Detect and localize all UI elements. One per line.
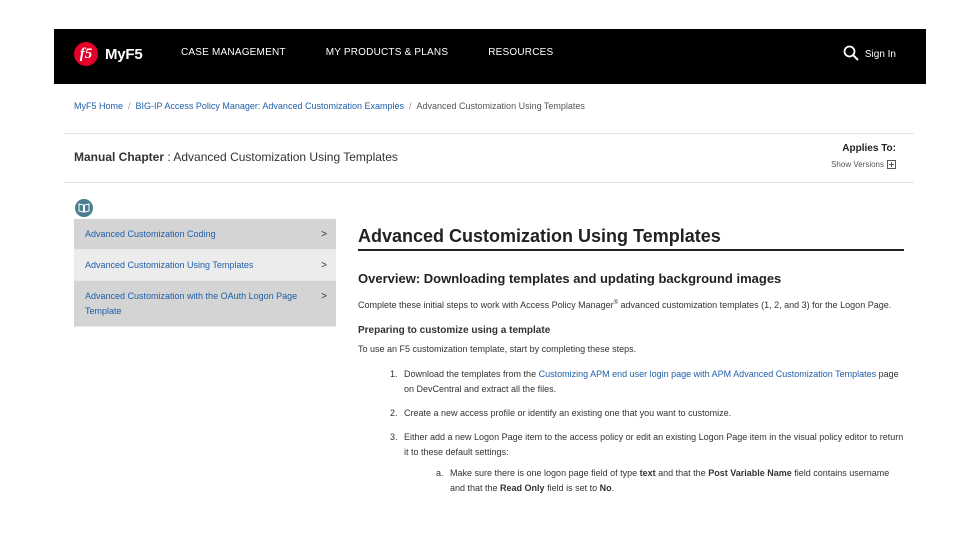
- list-item: 1. Download the templates from the Custo…: [390, 367, 904, 397]
- substep-text: field is set to: [544, 483, 600, 493]
- substep-text: .: [611, 483, 615, 493]
- step-number: 2.: [390, 408, 398, 418]
- divider: [64, 133, 914, 134]
- toc-item-label: Advanced Customization Coding: [85, 229, 216, 239]
- substep-text: Make sure there is one logon page field …: [450, 468, 640, 478]
- subsection-paragraph: To use an F5 customization template, sta…: [358, 344, 637, 354]
- substep-letter: a.: [436, 468, 444, 478]
- show-versions-toggle[interactable]: Show Versions: [831, 160, 896, 169]
- f5-logo-badge: f5: [74, 42, 98, 66]
- nav-right: Sign In: [843, 45, 896, 61]
- breadcrumb: MyF5 Home / BIG-IP Access Policy Manager…: [74, 101, 585, 111]
- main-nav: CASE MANAGEMENT MY PRODUCTS & PLANS RESO…: [181, 47, 593, 58]
- step-number: 1.: [390, 369, 398, 379]
- table-of-contents: Advanced Customization Coding > Advanced…: [74, 219, 336, 327]
- chevron-right-icon: >: [321, 229, 327, 240]
- intro-paragraph: Complete these initial steps to work wit…: [358, 296, 904, 313]
- book-icon[interactable]: [75, 199, 93, 217]
- subsection-heading: Preparing to customize using a template: [358, 325, 551, 336]
- intro-text: Complete these initial steps to work wit…: [358, 300, 614, 310]
- step-number: 3.: [390, 432, 398, 442]
- applies-to-label: Applies To:: [842, 143, 896, 154]
- nav-my-products-plans[interactable]: MY PRODUCTS & PLANS: [326, 47, 449, 58]
- toc-item-using-templates[interactable]: Advanced Customization Using Templates >: [74, 250, 336, 281]
- chevron-right-icon: >: [321, 291, 327, 302]
- substep-bold: Post Variable Name: [708, 468, 792, 478]
- steps-list: 1. Download the templates from the Custo…: [358, 367, 904, 496]
- breadcrumb-current: Advanced Customization Using Templates: [416, 101, 585, 111]
- page-title: Advanced Customization Using Templates: [358, 226, 904, 251]
- list-item: 3. Either add a new Logon Page item to t…: [390, 430, 904, 496]
- f5-logo[interactable]: f5 MyF5: [74, 42, 143, 66]
- myf5-logo-text: MyF5: [105, 45, 143, 63]
- devcentral-templates-link[interactable]: Customizing APM end user login page with…: [539, 369, 877, 379]
- search-icon[interactable]: [843, 45, 859, 61]
- chevron-right-icon: >: [321, 260, 327, 271]
- substep-bold: text: [639, 468, 656, 478]
- substep-bold: Read Only: [500, 483, 545, 493]
- substeps-list: a. Make sure there is one logon page fie…: [404, 466, 904, 496]
- toc-item-oauth-logon[interactable]: Advanced Customization with the OAuth Lo…: [74, 281, 336, 327]
- chapter-separator: :: [164, 150, 174, 164]
- breadcrumb-apm-examples[interactable]: BIG-IP Access Policy Manager: Advanced C…: [136, 101, 404, 111]
- list-item: 2. Create a new access profile or identi…: [390, 406, 904, 421]
- applies-to: Applies To: Show Versions: [831, 143, 896, 169]
- sign-in-link[interactable]: Sign In: [865, 49, 896, 60]
- step-text: Create a new access profile or identify …: [404, 408, 732, 418]
- divider: [64, 182, 914, 183]
- breadcrumb-separator: /: [128, 101, 131, 111]
- step-text: Either add a new Logon Page item to the …: [404, 432, 904, 457]
- breadcrumb-separator: /: [409, 101, 412, 111]
- toc-item-coding[interactable]: Advanced Customization Coding >: [74, 219, 336, 250]
- chapter-label: Manual Chapter: [74, 150, 165, 164]
- nav-resources[interactable]: RESOURCES: [488, 47, 553, 58]
- toc-item-label: Advanced Customization with the OAuth Lo…: [85, 291, 298, 316]
- plus-box-icon: [887, 160, 896, 169]
- section-heading: Overview: Downloading templates and upda…: [358, 271, 782, 286]
- step-text: Download the templates from the: [404, 369, 539, 379]
- chapter-title: Manual Chapter : Advanced Customization …: [74, 150, 398, 164]
- list-item: a. Make sure there is one logon page fie…: [436, 466, 904, 496]
- substep-text: and that the: [655, 468, 709, 478]
- substep-bold: No: [599, 483, 612, 493]
- top-navigation-bar: f5 MyF5 CASE MANAGEMENT MY PRODUCTS & PL…: [54, 29, 926, 84]
- show-versions-label: Show Versions: [831, 160, 884, 169]
- intro-text-end: advanced customization templates (1, 2, …: [618, 300, 892, 310]
- breadcrumb-myf5-home[interactable]: MyF5 Home: [74, 101, 123, 111]
- main-content: Advanced Customization Using Templates O…: [358, 226, 904, 505]
- toc-item-label: Advanced Customization Using Templates: [85, 260, 254, 270]
- chapter-name: Advanced Customization Using Templates: [173, 150, 398, 164]
- nav-case-management[interactable]: CASE MANAGEMENT: [181, 47, 286, 58]
